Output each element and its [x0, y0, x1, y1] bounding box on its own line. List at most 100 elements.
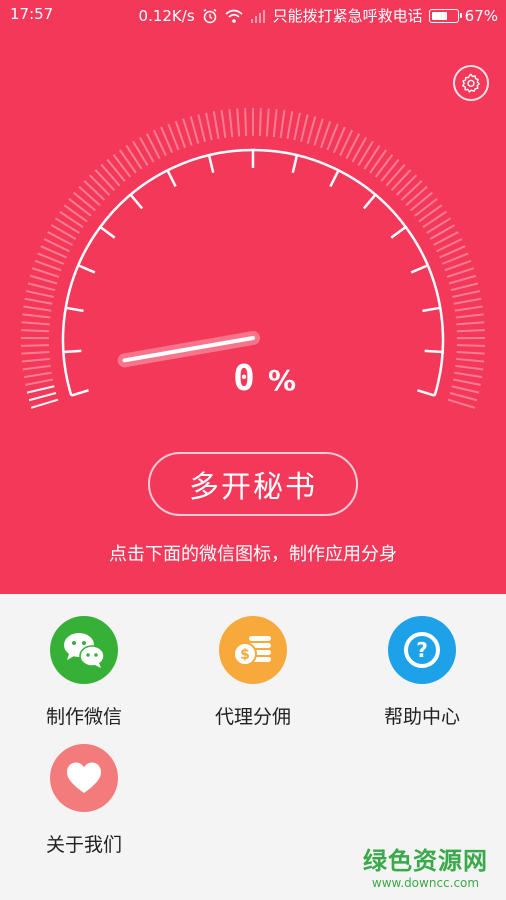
gauge-inner-tick — [291, 154, 299, 173]
gauge-outer-tick — [26, 290, 54, 298]
gauge-outer-tick — [450, 282, 479, 292]
gauge-outer-tick — [258, 108, 262, 137]
gauge-outer-tick — [23, 305, 52, 312]
gauge-outer-tick — [21, 351, 50, 355]
battery-percent: 67% — [464, 6, 498, 25]
help-icon: ? — [404, 632, 440, 668]
gauge-outer-tick — [395, 174, 418, 196]
gauge-outer-tick — [414, 198, 438, 217]
gauge-outer-tick — [125, 145, 143, 170]
gauge-outer-tick — [300, 114, 309, 142]
heart-icon — [67, 762, 101, 793]
gauge-outer-tick — [236, 108, 241, 137]
status-bar: 17:57 0.12K/s 只能拨打紧急呼救电话 67% — [0, 0, 506, 30]
tile-agent-commission[interactable]: $ 代理分佣 — [188, 616, 318, 729]
gauge-outer-tick — [293, 112, 301, 141]
status-time: 17:57 — [10, 5, 54, 23]
svg-text:?: ? — [416, 638, 428, 662]
gauge-outer-tick — [405, 185, 428, 206]
tile-label: 关于我们 — [45, 834, 122, 856]
gauge-outer-tick — [205, 112, 213, 141]
tile-icon-circle: ? — [388, 616, 456, 684]
gauge-outer-tick — [454, 305, 483, 312]
gauge-outer-tick — [446, 267, 474, 278]
gauge-outer-tick — [456, 351, 485, 355]
gauge-outer-tick — [400, 180, 423, 201]
gauge-outer-tick — [29, 274, 58, 285]
gauge-outer-tick — [380, 158, 400, 182]
tile-make-wechat[interactable]: 制作微信 — [19, 616, 149, 729]
gauge-inner-tick — [362, 193, 377, 210]
gauge-outer-tick — [244, 108, 248, 137]
gauge-outer-tick — [455, 364, 484, 371]
gauge-outer-tick — [25, 378, 54, 386]
gauge-outer-tick — [390, 169, 412, 191]
network-speed: 0.12K/s — [138, 6, 195, 25]
watermark-title: 绿色资源网 — [363, 847, 488, 875]
tile-label: 帮助中心 — [383, 706, 460, 728]
gauge-outer-tick — [426, 217, 452, 234]
gauge-outer-tick — [451, 385, 480, 394]
gauge-outer-tick — [363, 145, 381, 170]
tile-icon-circle: $ — [219, 616, 287, 684]
gauge-outer-tick — [357, 140, 374, 166]
main-button[interactable]: 多开秘书 — [148, 452, 358, 516]
gauge-inner-tick — [390, 225, 407, 239]
speed-gauge: 0 % — [21, 108, 485, 409]
gauge-outer-tick — [106, 158, 126, 182]
gauge-outer-tick — [23, 371, 52, 379]
gauge-outer-tick — [68, 198, 92, 217]
gauge-outer-tick — [54, 217, 80, 234]
gauge-outer-tick — [456, 344, 485, 347]
gauge-outer-tick — [21, 329, 50, 333]
gauge-outer-tick — [21, 344, 50, 347]
gauge-outer-tick — [21, 357, 50, 363]
feature-panel: 制作微信 $ 代理分佣 ? 帮助中心 关于我们 绿色资源网 www.downcc… — [0, 594, 506, 900]
status-right: 0.12K/s 只能拨打紧急呼救电话 67% — [139, 5, 498, 26]
svg-text:$: $ — [240, 647, 250, 663]
gauge-outer-tick — [454, 371, 483, 379]
gauge-value: 0 — [233, 358, 255, 399]
tile-about-us[interactable]: 关于我们 — [19, 744, 149, 857]
battery-icon — [428, 8, 462, 23]
gauge-outer-tick — [28, 392, 57, 402]
coins-icon: $ — [233, 636, 271, 666]
gauge-outer-tick — [447, 398, 476, 409]
gauge-outer-tick — [279, 110, 286, 139]
signal-icon — [250, 9, 265, 23]
gauge-outer-tick — [59, 210, 84, 228]
gauge-outer-tick — [24, 297, 53, 305]
gauge-outer-tick — [88, 174, 111, 196]
gauge-outer-tick — [27, 282, 56, 292]
tile-label: 制作微信 — [45, 706, 122, 728]
tile-help-center[interactable]: ? 帮助中心 — [357, 616, 487, 729]
gear-icon — [462, 73, 480, 93]
gauge-inner-tick — [166, 169, 177, 187]
wifi-icon — [225, 9, 243, 23]
gauge-outer-tick — [132, 140, 149, 166]
watermark: 绿色资源网 www.downcc.com — [363, 841, 488, 890]
gauge-inner-tick — [65, 306, 84, 313]
gauge-outer-tick — [94, 169, 116, 191]
gauge-outer-tick — [448, 274, 477, 285]
carrier-notice: 只能拨打紧急呼救电话 — [272, 7, 423, 25]
gauge-outer-tick — [456, 329, 485, 333]
tile-label: 代理分佣 — [214, 706, 291, 728]
gauge-outer-tick — [189, 116, 200, 144]
gauge-inner-tick — [417, 389, 436, 397]
gauge-inner-tick — [422, 306, 441, 313]
tile-icon-circle — [50, 616, 118, 684]
gauge-outer-tick — [306, 116, 317, 144]
gauge-outer-tick — [83, 180, 106, 201]
gauge-outer-tick — [456, 321, 485, 326]
gauge-outer-tick — [182, 118, 193, 146]
gauge-inner-tick — [424, 349, 443, 354]
settings-button[interactable] — [453, 65, 489, 101]
gauge-outer-tick — [422, 210, 447, 228]
gauge-outer-tick — [265, 108, 270, 137]
gauge-outer-tick — [456, 357, 485, 363]
gauge-inner-tick — [77, 264, 96, 274]
gauge-inner-tick — [63, 349, 82, 354]
gauge-outer-tick — [220, 110, 227, 139]
gauge-outer-tick — [32, 267, 60, 278]
